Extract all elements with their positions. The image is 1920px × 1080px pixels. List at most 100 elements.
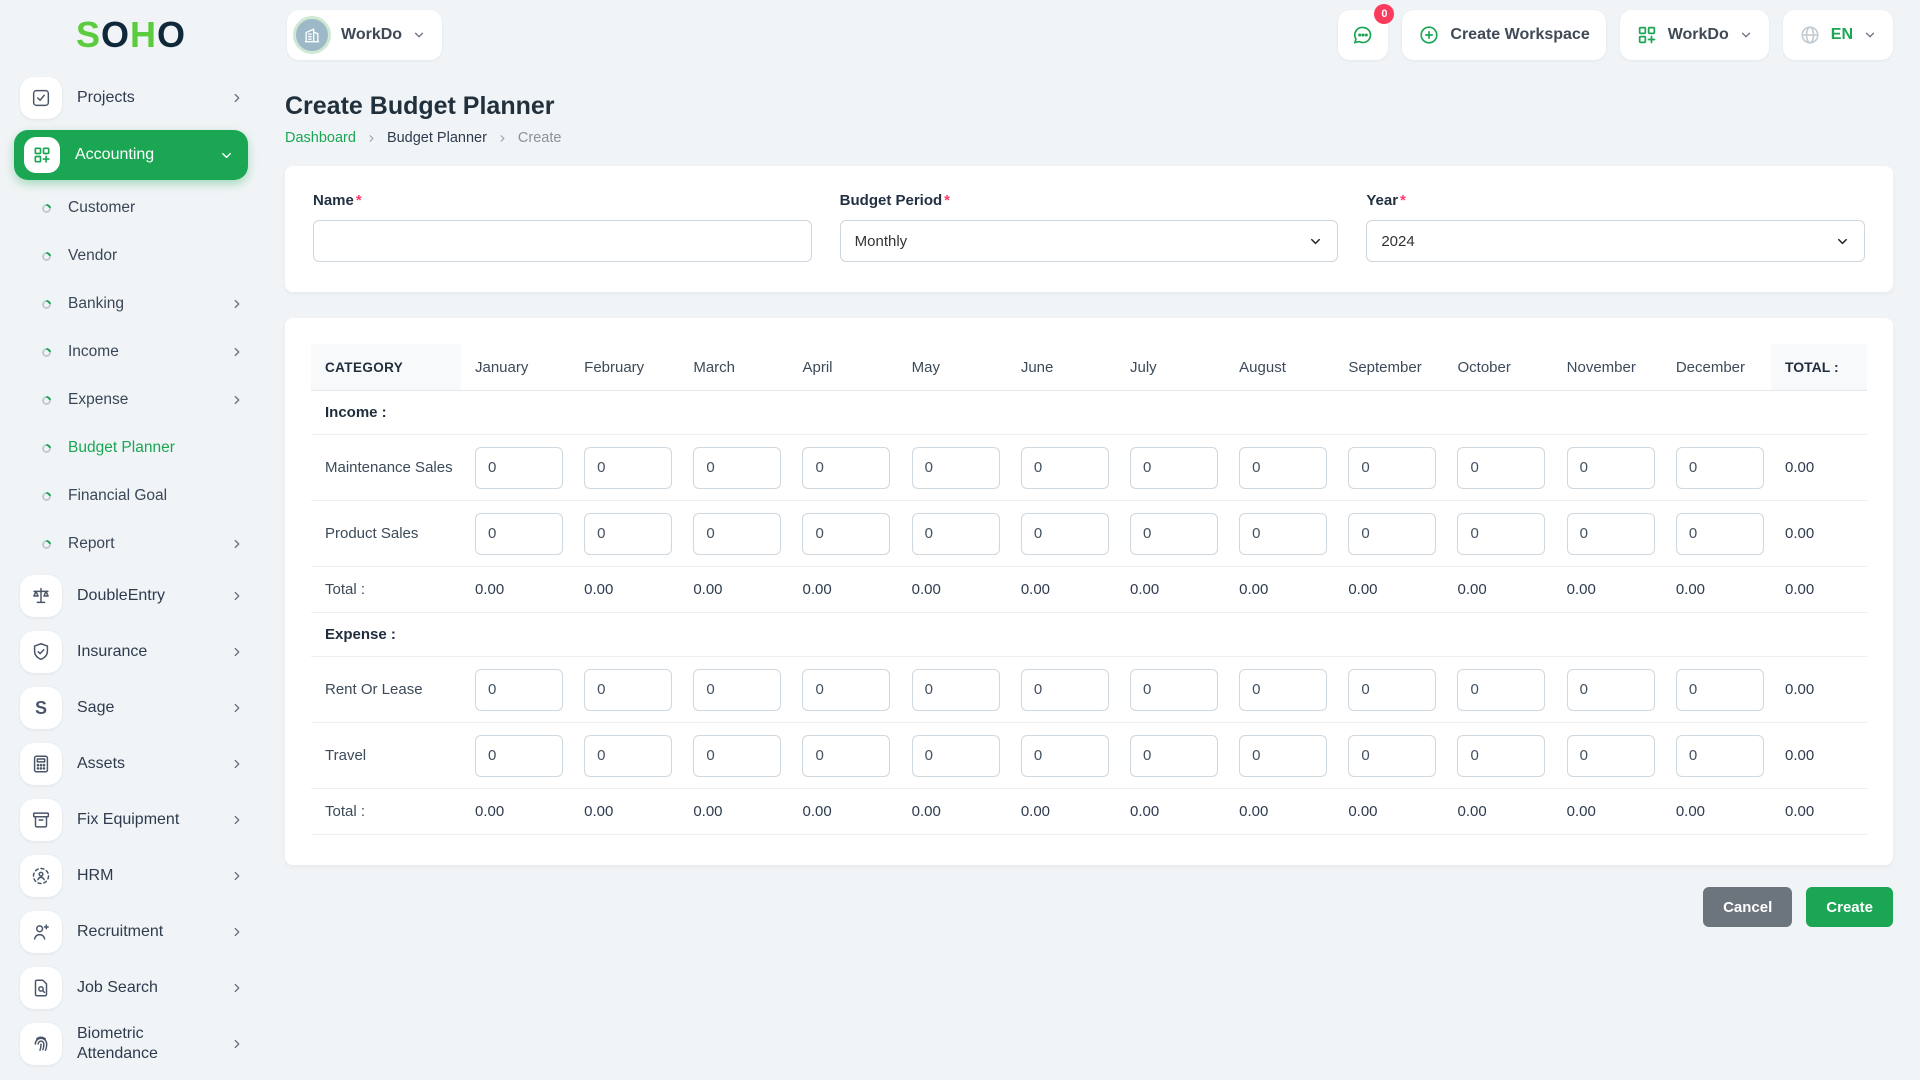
- breadcrumb-budget-planner[interactable]: Budget Planner: [387, 130, 487, 146]
- month-column-header: February: [584, 358, 645, 376]
- create-workspace-button[interactable]: Create Workspace: [1402, 10, 1606, 60]
- budget-period-select[interactable]: Monthly: [839, 220, 1339, 262]
- sidebar-item-report[interactable]: Report: [0, 520, 262, 568]
- cancel-button[interactable]: Cancel: [1703, 887, 1793, 927]
- maintenance-sales-november-input[interactable]: [1566, 446, 1655, 489]
- month-total-value: 0.00: [1020, 803, 1051, 820]
- sidebar-item-accounting[interactable]: Accounting: [14, 130, 248, 180]
- product-sales-september-input[interactable]: [1348, 512, 1437, 555]
- product-sales-july-input[interactable]: [1129, 512, 1218, 555]
- sidebar-item-fix-equipment[interactable]: Fix Equipment: [0, 792, 262, 848]
- month-value-cell: [1443, 734, 1552, 777]
- sidebar-item-budget-planner[interactable]: Budget Planner: [0, 424, 262, 472]
- travel-november-input[interactable]: [1566, 734, 1655, 777]
- sidebar-item-financial-goal[interactable]: Financial Goal: [0, 472, 262, 520]
- rent-or-lease-april-input[interactable]: [802, 668, 891, 711]
- month-column-header: January: [475, 358, 529, 376]
- category-row-label: Travel: [325, 747, 367, 764]
- bullet-icon: [40, 393, 53, 407]
- breadcrumb-dashboard[interactable]: Dashboard: [285, 130, 356, 146]
- month-total-value: 0.00: [802, 581, 832, 598]
- maintenance-sales-january-input[interactable]: [475, 446, 563, 489]
- chevron-down-icon: [1863, 28, 1877, 42]
- product-sales-april-input[interactable]: [802, 512, 891, 555]
- sidebar-item-sage[interactable]: S Sage: [0, 680, 262, 736]
- travel-july-input[interactable]: [1129, 734, 1218, 777]
- maintenance-sales-june-input[interactable]: [1020, 446, 1109, 489]
- product-sales-december-input[interactable]: [1675, 512, 1764, 555]
- sidebar-item-doubleentry[interactable]: DoubleEntry: [0, 568, 262, 624]
- language-selector[interactable]: EN: [1782, 10, 1893, 60]
- month-value-cell: [788, 734, 897, 777]
- travel-january-input[interactable]: [475, 734, 563, 777]
- rent-or-lease-december-input[interactable]: [1675, 668, 1764, 711]
- year-select[interactable]: 2024: [1366, 220, 1865, 262]
- sidebar-item-banking[interactable]: Banking: [0, 280, 262, 328]
- required-asterisk: *: [1400, 192, 1406, 209]
- chevron-right-icon: [230, 1037, 244, 1051]
- rent-or-lease-june-input[interactable]: [1020, 668, 1109, 711]
- maintenance-sales-march-input[interactable]: [693, 446, 782, 489]
- rent-or-lease-september-input[interactable]: [1348, 668, 1437, 711]
- name-input[interactable]: [313, 220, 812, 262]
- maintenance-sales-may-input[interactable]: [911, 446, 1000, 489]
- sidebar-item-income[interactable]: Income: [0, 328, 262, 376]
- rent-or-lease-may-input[interactable]: [911, 668, 1000, 711]
- travel-february-input[interactable]: [584, 734, 673, 777]
- maintenance-sales-february-input[interactable]: [584, 446, 673, 489]
- travel-october-input[interactable]: [1457, 734, 1546, 777]
- letter-s-icon: S: [20, 687, 62, 729]
- maintenance-sales-september-input[interactable]: [1348, 446, 1437, 489]
- category-row-label: Rent Or Lease: [325, 681, 423, 698]
- maintenance-sales-october-input[interactable]: [1457, 446, 1546, 489]
- product-sales-january-input[interactable]: [475, 512, 563, 555]
- product-sales-march-input[interactable]: [693, 512, 782, 555]
- product-sales-june-input[interactable]: [1020, 512, 1109, 555]
- create-button[interactable]: Create: [1806, 887, 1893, 927]
- travel-december-input[interactable]: [1675, 734, 1764, 777]
- sidebar-item-hrm[interactable]: HRM: [0, 848, 262, 904]
- rent-or-lease-february-input[interactable]: [584, 668, 673, 711]
- sidebar-item-vendor[interactable]: Vendor: [0, 232, 262, 280]
- maintenance-sales-august-input[interactable]: [1239, 446, 1328, 489]
- sidebar-item-customer[interactable]: Customer: [0, 184, 262, 232]
- month-value-cell: [1225, 668, 1334, 711]
- language-code: EN: [1830, 26, 1853, 43]
- maintenance-sales-december-input[interactable]: [1675, 446, 1764, 489]
- sidebar-item-job-search[interactable]: Job Search: [0, 960, 262, 1016]
- travel-march-input[interactable]: [693, 734, 782, 777]
- rent-or-lease-march-input[interactable]: [693, 668, 782, 711]
- maintenance-sales-july-input[interactable]: [1129, 446, 1218, 489]
- sidebar-item-biometric-attendance[interactable]: Biometric Attendance: [0, 1016, 262, 1072]
- rent-or-lease-january-input[interactable]: [475, 668, 563, 711]
- sidebar-item-recruitment[interactable]: Recruitment: [0, 904, 262, 960]
- chevron-right-icon: [230, 869, 244, 883]
- product-sales-february-input[interactable]: [584, 512, 673, 555]
- rent-or-lease-november-input[interactable]: [1566, 668, 1655, 711]
- rent-or-lease-august-input[interactable]: [1239, 668, 1328, 711]
- travel-april-input[interactable]: [802, 734, 891, 777]
- rent-or-lease-october-input[interactable]: [1457, 668, 1546, 711]
- travel-may-input[interactable]: [911, 734, 1000, 777]
- travel-august-input[interactable]: [1239, 734, 1328, 777]
- sidebar-item-projects[interactable]: Projects: [0, 70, 262, 126]
- maintenance-sales-april-input[interactable]: [802, 446, 891, 489]
- messages-button[interactable]: 0: [1338, 4, 1395, 60]
- sidebar-item-expense[interactable]: Expense: [0, 376, 262, 424]
- workdo-menu-button[interactable]: WorkDo: [1619, 10, 1769, 60]
- main-content: Create Budget Planner Dashboard Budget P…: [262, 70, 1920, 1080]
- product-sales-november-input[interactable]: [1566, 512, 1655, 555]
- sidebar-item-assets[interactable]: Assets: [0, 736, 262, 792]
- sidebar-item-insurance[interactable]: Insurance: [0, 624, 262, 680]
- product-sales-may-input[interactable]: [911, 512, 1000, 555]
- year-field-group: Year * 2024: [1366, 192, 1865, 262]
- travel-june-input[interactable]: [1020, 734, 1109, 777]
- rent-or-lease-july-input[interactable]: [1129, 668, 1218, 711]
- month-total-value: 0.00: [584, 803, 614, 820]
- workspace-switcher[interactable]: WorkDo: [287, 10, 443, 60]
- sidebar-item-label: Assets: [77, 755, 126, 772]
- brand-logo[interactable]: SOHO: [0, 14, 262, 56]
- product-sales-august-input[interactable]: [1239, 512, 1328, 555]
- travel-september-input[interactable]: [1348, 734, 1437, 777]
- product-sales-october-input[interactable]: [1457, 512, 1546, 555]
